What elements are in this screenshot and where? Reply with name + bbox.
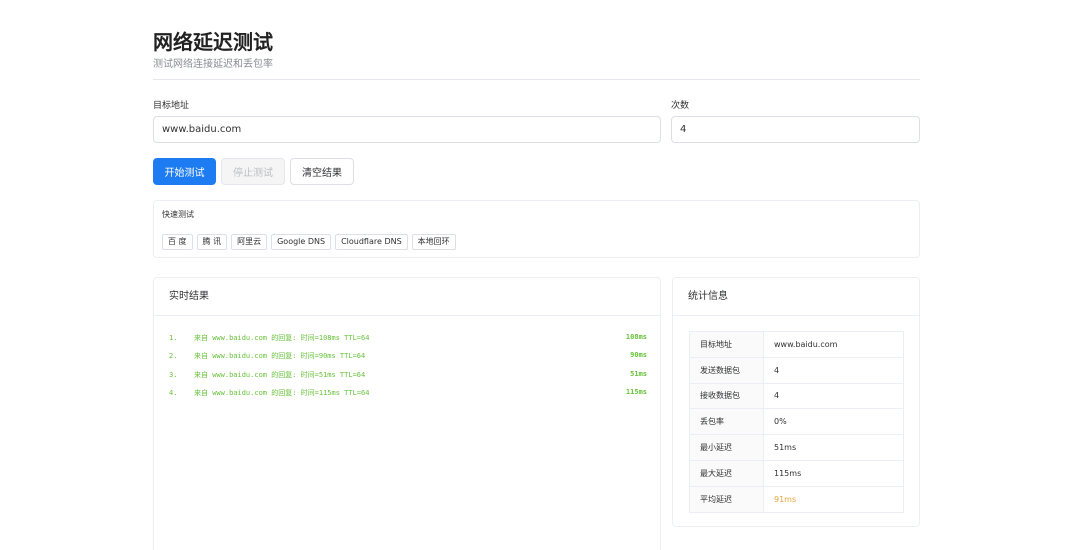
quick-test-google-dns[interactable]: Google DNS	[271, 234, 332, 250]
quick-test-tencent[interactable]: 腾 讯	[196, 234, 228, 250]
header-divider	[153, 79, 920, 80]
stop-test-button[interactable]: 停止测试	[221, 158, 285, 185]
stats-key: 接收数据包	[689, 383, 764, 410]
target-input[interactable]	[153, 116, 661, 143]
quick-test-cloudflare-dns[interactable]: Cloudflare DNS	[335, 234, 408, 250]
stats-row: 最大延迟 115ms	[689, 460, 904, 487]
result-latency: 51ms	[630, 369, 647, 378]
clear-results-button[interactable]: 清空结果	[290, 158, 354, 185]
result-text: 来自 www.baidu.com 的回复: 时间=108ms TTL=64	[194, 334, 370, 342]
stats-key: 最大延迟	[689, 460, 764, 487]
stats-key: 目标地址	[689, 331, 764, 358]
statistics-title: 统计信息	[673, 278, 919, 316]
stats-value: www.baidu.com	[763, 331, 904, 358]
stats-value: 4	[763, 357, 904, 384]
quick-test-title: 快速测试	[162, 210, 194, 219]
start-test-button[interactable]: 开始测试	[153, 158, 216, 185]
result-row: 3. 来自 www.baidu.com 的回复: 时间=51ms TTL=64 5…	[169, 370, 647, 388]
quick-test-localhost[interactable]: 本地回环	[411, 234, 456, 250]
result-latency: 90ms	[630, 351, 647, 360]
stats-row: 平均延迟 91ms	[689, 486, 904, 513]
target-label: 目标地址	[153, 101, 190, 111]
stats-row: 发送数据包 4	[689, 357, 904, 384]
stats-key: 平均延迟	[689, 486, 764, 513]
statistics-table: 目标地址 www.baidu.com 发送数据包 4 接收数据包 4 丢包率 0% 最小…	[689, 331, 904, 513]
stats-row: 目标地址 www.baidu.com	[689, 331, 904, 358]
quick-test-baidu[interactable]: 百 度	[162, 234, 193, 250]
result-row: 2. 来自 www.baidu.com 的回复: 时间=90ms TTL=64 9…	[169, 351, 647, 369]
result-latency: 108ms	[625, 333, 647, 341]
stats-row: 丢包率 0%	[689, 408, 904, 436]
count-label: 次数	[671, 101, 690, 111]
quick-test-panel: 快速测试 百 度 腾 讯 阿里云 Google DNS Cloudflare D…	[153, 200, 920, 258]
result-row: 4. 来自 www.baidu.com 的回复: 时间=115ms TTL=64 …	[169, 388, 647, 406]
realtime-results-list: 1. 来自 www.baidu.com 的回复: 时间=108ms TTL=64 …	[169, 333, 647, 406]
quick-test-aliyun[interactable]: 阿里云	[231, 234, 268, 250]
result-number: 1.	[169, 334, 178, 342]
page-subtitle: 测试网络连接延迟和丢包率	[153, 59, 273, 70]
result-text: 来自 www.baidu.com 的回复: 时间=90ms TTL=64	[194, 352, 366, 361]
result-number: 2.	[169, 352, 178, 361]
result-text: 来自 www.baidu.com 的回复: 时间=115ms TTL=64	[194, 388, 370, 397]
result-number: 3.	[169, 370, 178, 379]
realtime-results-title: 实时结果	[154, 278, 660, 316]
stats-value: 0%	[763, 408, 904, 436]
page-title: 网络延迟测试	[153, 30, 273, 54]
stats-value: 4	[763, 383, 904, 410]
stats-key: 最小延迟	[689, 434, 764, 461]
result-latency: 115ms	[625, 387, 647, 396]
statistics-card: 统计信息 目标地址 www.baidu.com 发送数据包 4 接收数据包 4 丢包率…	[672, 277, 920, 527]
result-text: 来自 www.baidu.com 的回复: 时间=51ms TTL=64	[194, 370, 366, 379]
stats-value: 51ms	[763, 434, 904, 461]
result-row: 1. 来自 www.baidu.com 的回复: 时间=108ms TTL=64 …	[169, 333, 647, 351]
stats-value: 115ms	[763, 460, 904, 487]
result-number: 4.	[169, 388, 178, 397]
count-input[interactable]	[671, 116, 920, 143]
quick-test-options: 百 度 腾 讯 阿里云 Google DNS Cloudflare DNS 本地…	[162, 234, 456, 250]
realtime-results-card: 实时结果 1. 来自 www.baidu.com 的回复: 时间=108ms TT…	[153, 277, 661, 550]
stats-row: 接收数据包 4	[689, 383, 904, 410]
stats-row: 最小延迟 51ms	[689, 434, 904, 461]
stats-key: 丢包率	[689, 408, 764, 436]
stats-key: 发送数据包	[689, 357, 764, 384]
stats-value: 91ms	[763, 486, 904, 513]
